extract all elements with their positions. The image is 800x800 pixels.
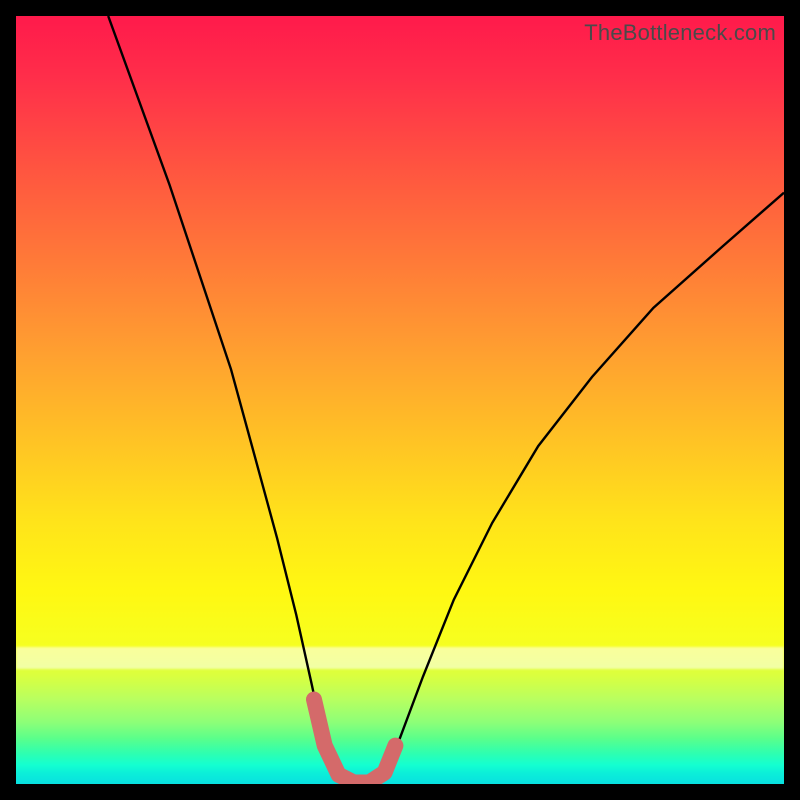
plot-area xyxy=(16,16,784,784)
chart-stage: TheBottleneck.com xyxy=(0,0,800,800)
bottleneck-curve xyxy=(108,16,784,782)
watermark-text: TheBottleneck.com xyxy=(584,20,776,46)
curve-layer xyxy=(16,16,784,784)
valley-highlight xyxy=(314,700,395,783)
